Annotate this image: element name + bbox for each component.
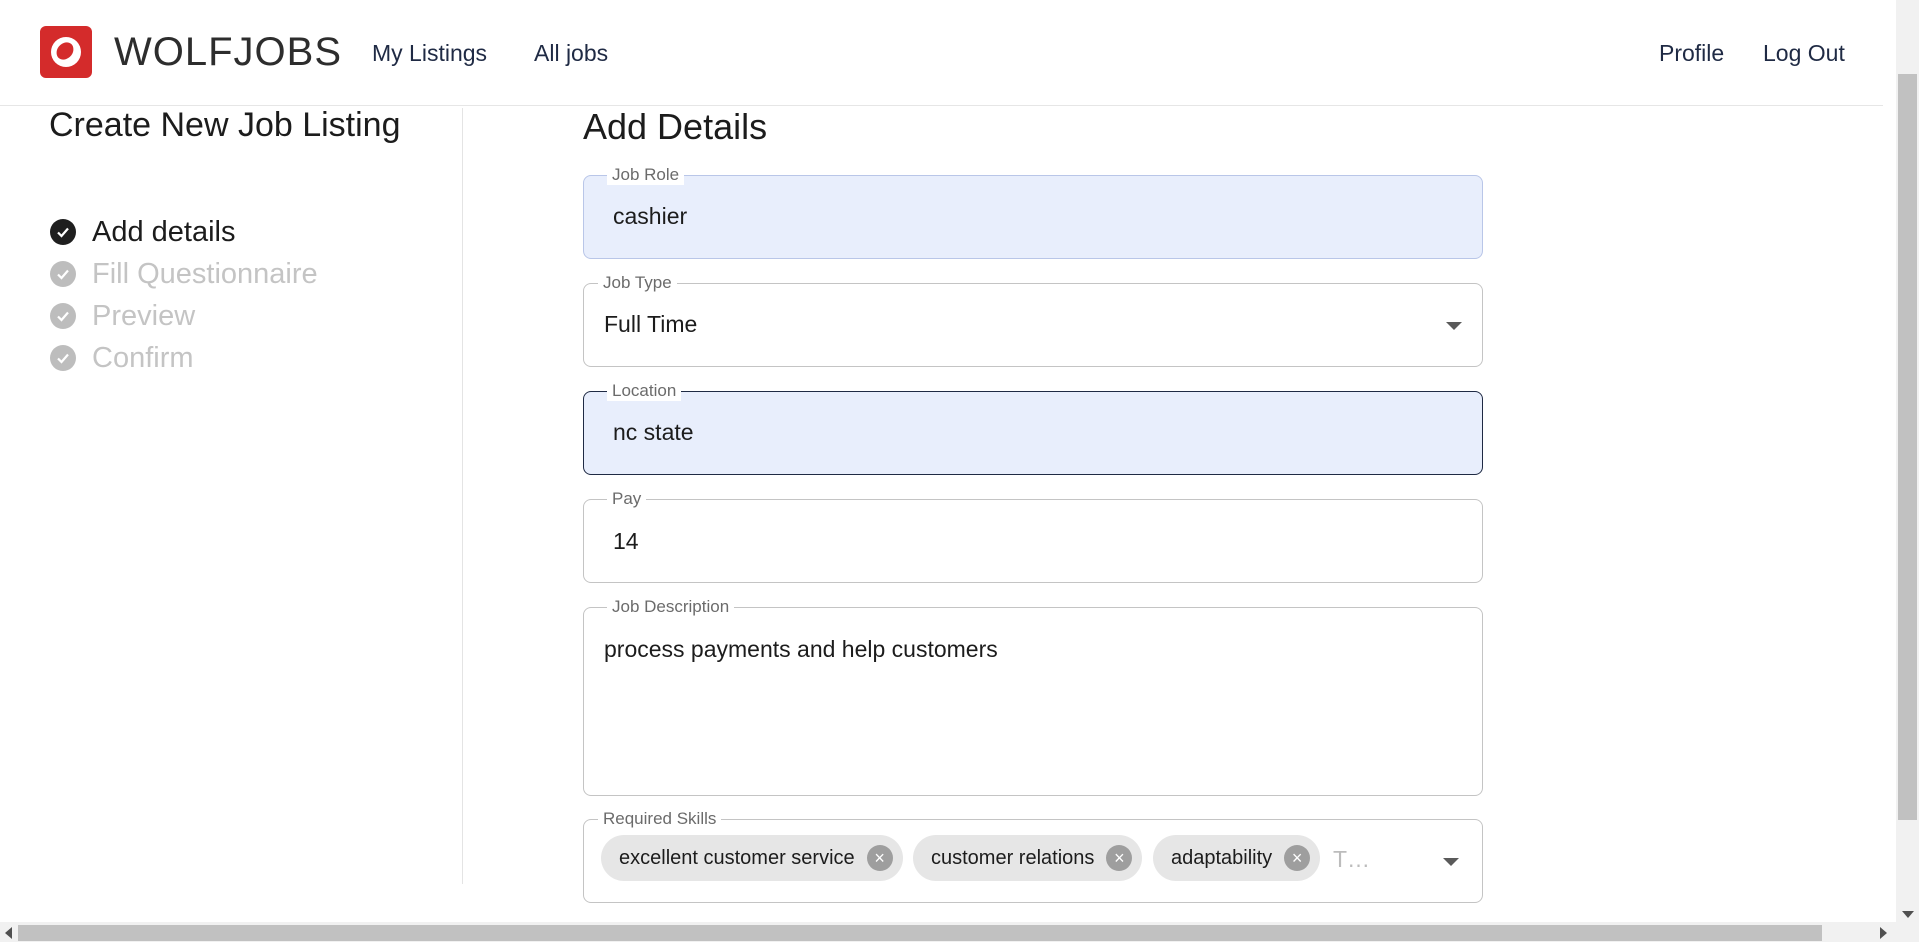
vertical-scroll-thumb[interactable] [1898,74,1917,820]
job-description-textarea[interactable]: Job Description process payments and hel… [583,597,1483,796]
skill-chip-label: adaptability [1171,846,1273,869]
step-confirm: Confirm [50,341,194,375]
vertical-scrollbar[interactable] [1896,0,1919,922]
job-type-label: Job Type [598,273,677,293]
horizontal-scrollbar[interactable] [0,922,1919,942]
step-label: Preview [92,299,196,332]
job-type-select[interactable]: Job Type Full Time [583,273,1483,367]
step-label: Add details [92,215,236,248]
cancel-circle-icon[interactable]: × [1284,845,1311,871]
job-type-value: Full Time [604,311,698,337]
skill-chip: customer relations × [913,835,1143,881]
check-circle-icon [50,261,76,287]
check-circle-icon [50,345,76,371]
step-label: Confirm [92,341,194,374]
job-role-field[interactable]: Job Role cashier [583,165,1483,259]
nav-all-jobs[interactable]: All jobs [534,40,608,67]
check-circle-icon [50,303,76,329]
caret-down-icon[interactable] [1443,858,1459,866]
sidebar-divider [462,108,463,884]
nav-my-listings[interactable]: My Listings [372,40,487,67]
sidebar-title: Create New Job Listing [49,106,401,144]
top-navbar: WOLFJOBS My Listings All jobs Profile Lo… [0,0,1883,106]
brand-name[interactable]: WOLFJOBS [114,30,342,75]
job-description-value: process payments and help customers [604,636,998,662]
pay-field[interactable]: Pay 14 [583,489,1483,583]
cancel-circle-icon[interactable]: × [1106,845,1133,871]
job-role-value: cashier [613,203,688,229]
cancel-circle-icon[interactable]: × [866,845,893,871]
step-preview: Preview [50,299,195,333]
required-skills-label: Required Skills [598,809,722,829]
skill-chip-label: customer relations [931,846,1095,869]
skill-chip: excellent customer service × [601,835,903,881]
required-skills-field[interactable]: Required Skills excellent customer servi… [583,809,1483,903]
step-label: Fill Questionnaire [92,257,318,290]
step-add-details: Add details [50,215,236,249]
caret-down-icon[interactable] [1446,322,1462,330]
location-label: Location [607,381,682,401]
scroll-left-arrow-icon[interactable] [5,927,12,939]
scroll-right-arrow-icon[interactable] [1880,927,1887,939]
skills-input[interactable]: T… [1333,846,1370,873]
location-value: nc state [613,419,694,445]
nav-logout[interactable]: Log Out [1763,40,1845,67]
step-fill-questionnaire: Fill Questionnaire [50,257,318,291]
job-role-label: Job Role [607,165,685,185]
pay-value: 14 [613,528,639,554]
location-field[interactable]: Location nc state [583,381,1483,475]
nav-profile[interactable]: Profile [1659,40,1724,67]
wolf-logo-icon[interactable] [40,26,92,78]
scroll-down-arrow-icon[interactable] [1902,911,1914,918]
form-title: Add Details [583,106,768,147]
job-description-label: Job Description [607,597,735,617]
pay-label: Pay [607,489,647,509]
skill-chip: adaptability × [1153,835,1321,881]
horizontal-scroll-thumb[interactable] [18,925,1822,941]
skill-chip-label: excellent customer service [619,846,855,869]
check-circle-icon [50,219,76,245]
